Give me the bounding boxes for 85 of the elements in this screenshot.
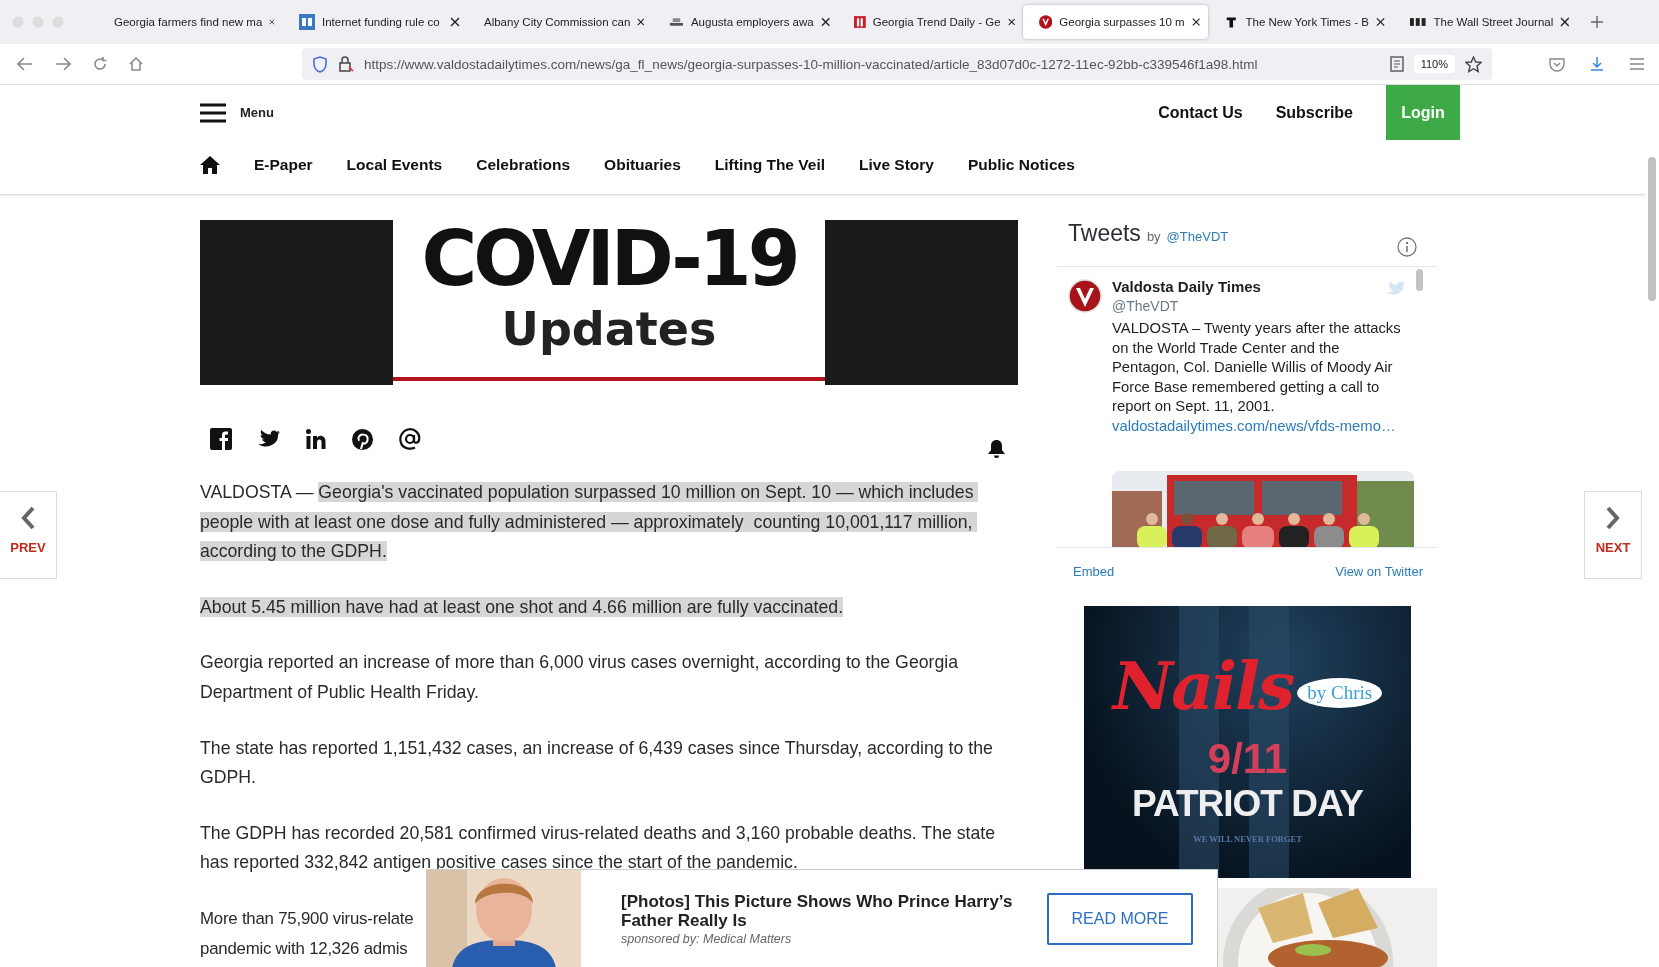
view-on-twitter-link[interactable]: View on Twitter — [1335, 564, 1423, 586]
lock-icon[interactable] — [338, 55, 354, 73]
download-icon[interactable] — [1589, 56, 1605, 72]
ad-sponsor: sponsored by: Medical Matters — [621, 931, 793, 946]
widget-title: Tweets — [1068, 220, 1141, 247]
nav-link[interactable]: Public Notices — [967, 156, 1075, 174]
bookmark-star-icon[interactable] — [1465, 55, 1482, 73]
info-icon[interactable] — [1397, 237, 1417, 257]
account-handle[interactable]: @TheVDT — [1112, 297, 1414, 316]
account-name[interactable]: Valdosta Daily Times — [1112, 277, 1414, 297]
close-icon[interactable] — [1191, 17, 1200, 27]
facebook-icon[interactable] — [210, 428, 232, 450]
pocket-icon[interactable] — [1549, 56, 1565, 72]
close-icon[interactable] — [1560, 17, 1570, 27]
ad-brand-badge: by Chris — [1297, 678, 1383, 708]
scrollbar-thumb[interactable] — [1648, 157, 1656, 301]
favicon-icon — [1039, 14, 1053, 30]
pager-label: NEXT — [1595, 540, 1631, 555]
previous-article-button[interactable]: PREV — [0, 491, 57, 579]
reader-view-icon[interactable] — [1389, 56, 1404, 72]
nav-link[interactable]: E-Paper — [254, 156, 313, 174]
scrollbar-thumb[interactable] — [1416, 269, 1423, 291]
avatar-icon[interactable] — [1068, 279, 1102, 313]
browser-tab[interactable]: Georgia surpasses 10 m — [1023, 5, 1208, 39]
sponsored-ad-bar[interactable]: [Photos] This Picture Shows Who Prince Harry’s Father Really Is sponsored by: Medical Matters READ MORE — [426, 869, 1218, 967]
browser-tab[interactable]: Georgia farmers find new ma — [98, 5, 283, 39]
advertisement-background[interactable]: Nails by Chris 9/11 PATRIOT DAY WE WILL NEVER FORGET — [1084, 606, 1411, 878]
ad-tagline: WE WILL NEVER FORGET — [1193, 834, 1302, 844]
next-article-button[interactable]: NEXT — [1584, 491, 1642, 579]
close-icon[interactable] — [1375, 17, 1385, 27]
article-paragraph: About 5.45 million have had at least one shot and 4.66 million are fully vaccinated. — [200, 595, 845, 619]
favicon-icon — [1409, 16, 1427, 28]
article-paragraph: The state has reported 1,151,432 cases, an increase of 6,439 cases since Thursday, according to the GDPH. — [200, 736, 994, 790]
email-icon[interactable] — [399, 428, 421, 450]
chevron-left-icon — [20, 506, 36, 530]
close-icon[interactable] — [637, 17, 645, 27]
browser-tab[interactable]: Internet funding rule co — [283, 5, 468, 39]
reload-icon[interactable] — [92, 56, 108, 72]
ad-date: 9/11 — [1207, 736, 1288, 782]
favicon-icon — [299, 14, 315, 30]
nav-link[interactable]: Obituaries — [604, 156, 681, 174]
widget-byline: by — [1146, 229, 1161, 244]
shield-icon[interactable] — [312, 55, 328, 73]
forward-icon[interactable] — [54, 56, 72, 72]
browser-tab[interactable]: Georgia Trend Daily - Ge — [838, 5, 1023, 39]
menu-icon[interactable] — [200, 102, 226, 123]
browser-tab[interactable]: Augusta employers awa — [653, 5, 838, 39]
nav-link[interactable]: Lifting The Veil — [714, 156, 825, 174]
read-more-button[interactable]: READ MORE — [1047, 892, 1193, 945]
article-paragraph: Georgia reported an increase of more than 6,000 virus cases overnight, according to the Georgia Department of Public Health Friday. — [200, 651, 960, 704]
nav-link[interactable]: Celebrations — [476, 156, 571, 174]
close-icon[interactable] — [820, 17, 830, 27]
close-icon[interactable] — [450, 17, 460, 27]
bell-icon[interactable] — [987, 439, 1006, 459]
favicon-icon — [854, 14, 866, 30]
banner-subtitle: Updates — [501, 302, 717, 356]
zoom-level-button[interactable]: 110% — [1413, 55, 1455, 73]
header-link[interactable]: Contact Us — [1158, 103, 1243, 122]
browser-tab[interactable]: The New York Times - B — [1208, 5, 1393, 39]
menu-label[interactable]: Menu — [240, 105, 274, 120]
embed-link[interactable]: Embed — [1073, 564, 1115, 586]
ad-headline: PATRIOT DAY — [1132, 782, 1363, 826]
chevron-right-icon — [1605, 506, 1621, 530]
tweet-text: VALDOSTA – Twenty years after the attacks on the World Trade Center and the Pentagon, Col. Danielle Willis of Moody Air Force Base remembered getting a call to report on Sept. 11, 2001. — [1112, 319, 1402, 417]
pinterest-icon[interactable] — [352, 428, 373, 450]
favicon-icon — [1224, 14, 1239, 30]
linkedin-icon[interactable] — [306, 429, 326, 449]
header-link[interactable]: Subscribe — [1275, 103, 1353, 122]
back-icon[interactable] — [16, 56, 34, 72]
pager-label: PREV — [10, 540, 46, 555]
ad-brand: Nails — [1112, 646, 1294, 726]
twitter-icon[interactable] — [258, 430, 280, 448]
home-icon[interactable] — [200, 156, 220, 174]
new-tab-icon[interactable] — [1590, 15, 1604, 29]
address-bar[interactable]: https://www.valdostadailytimes.com/news/ga_fl_news/georgia-surpasses-10-million-vaccinated/article_83d07d0c-1272-11ec-92bb-c339546f1a98.html 110% — [302, 48, 1492, 80]
banner-title: COVID-19 — [421, 216, 797, 302]
twitter-handle-link[interactable]: @TheVDT — [1166, 229, 1229, 244]
tweet-link[interactable]: valdostadailytimes.com/news/vfds-memo… — [1112, 416, 1414, 437]
nav-link[interactable]: Local Events — [346, 156, 443, 174]
ad-headline[interactable]: [Photos] This Picture Shows Who Prince Harry’s Father Really Is — [621, 891, 1031, 930]
article-paragraph: More than 75,900 virus-relate pandemic with 12,326 admis — [200, 907, 414, 960]
browser-tab[interactable]: Albany City Commission can — [468, 5, 653, 39]
close-icon[interactable] — [1007, 17, 1015, 27]
nav-link[interactable]: Live Story — [859, 156, 934, 174]
browser-tab[interactable]: The Wall Street Journal — [1393, 5, 1578, 39]
